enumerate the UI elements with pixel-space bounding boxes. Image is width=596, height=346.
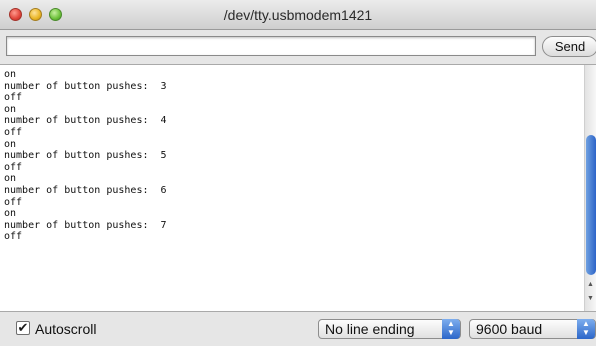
baud-value: 9600 baud <box>476 321 543 337</box>
output-line: number of button pushes: 3 <box>4 80 167 92</box>
output-line: number of button pushes: 5 <box>4 150 167 162</box>
line-ending-select[interactable]: No line ending ▲ ▼ <box>318 319 461 339</box>
output-line: off <box>4 161 23 173</box>
output-line: number of button pushes: 7 <box>4 219 167 231</box>
output-line: on <box>4 69 17 80</box>
serial-input[interactable] <box>6 36 536 56</box>
vertical-scrollbar[interactable]: ▲ ▼ <box>584 65 596 311</box>
baud-select[interactable]: 9600 baud ▲ ▼ <box>469 319 596 339</box>
output-line: off <box>4 92 23 104</box>
output-line: on <box>4 138 17 150</box>
autoscroll-checkbox[interactable]: ✔ <box>16 321 30 335</box>
checkmark-icon: ✔ <box>17 320 29 335</box>
scroll-up-icon[interactable]: ▲ <box>587 281 594 289</box>
output-line: on <box>4 103 17 115</box>
command-row: Send <box>0 30 596 64</box>
title-bar: /dev/tty.usbmodem1421 <box>0 0 596 30</box>
output-line: on <box>4 173 17 185</box>
scroll-thumb[interactable] <box>586 135 596 275</box>
output-line: off <box>4 231 23 243</box>
stepper-arrows-icon: ▲ ▼ <box>442 319 460 339</box>
output-line: number of button pushes: 4 <box>4 115 167 127</box>
output-lines: on number of button pushes: 3 off on number … <box>4 69 167 243</box>
output-line: on <box>4 208 17 220</box>
output-line: off <box>4 196 23 208</box>
stepper-arrows-icon: ▲ ▼ <box>577 319 595 339</box>
output-line: number of button pushes: 6 <box>4 184 167 196</box>
serial-output: on number of button pushes: 3 off on number … <box>0 64 596 312</box>
autoscroll-label: Autoscroll <box>35 321 97 337</box>
window-title: /dev/tty.usbmodem1421 <box>223 7 373 23</box>
output-line: off <box>4 126 23 138</box>
scroll-down-icon[interactable]: ▼ <box>587 295 594 303</box>
footer-bar: ✔ Autoscroll No line ending ▲ ▼ 9600 baud… <box>0 312 596 346</box>
line-ending-value: No line ending <box>325 321 415 337</box>
send-button[interactable]: Send <box>542 36 596 57</box>
